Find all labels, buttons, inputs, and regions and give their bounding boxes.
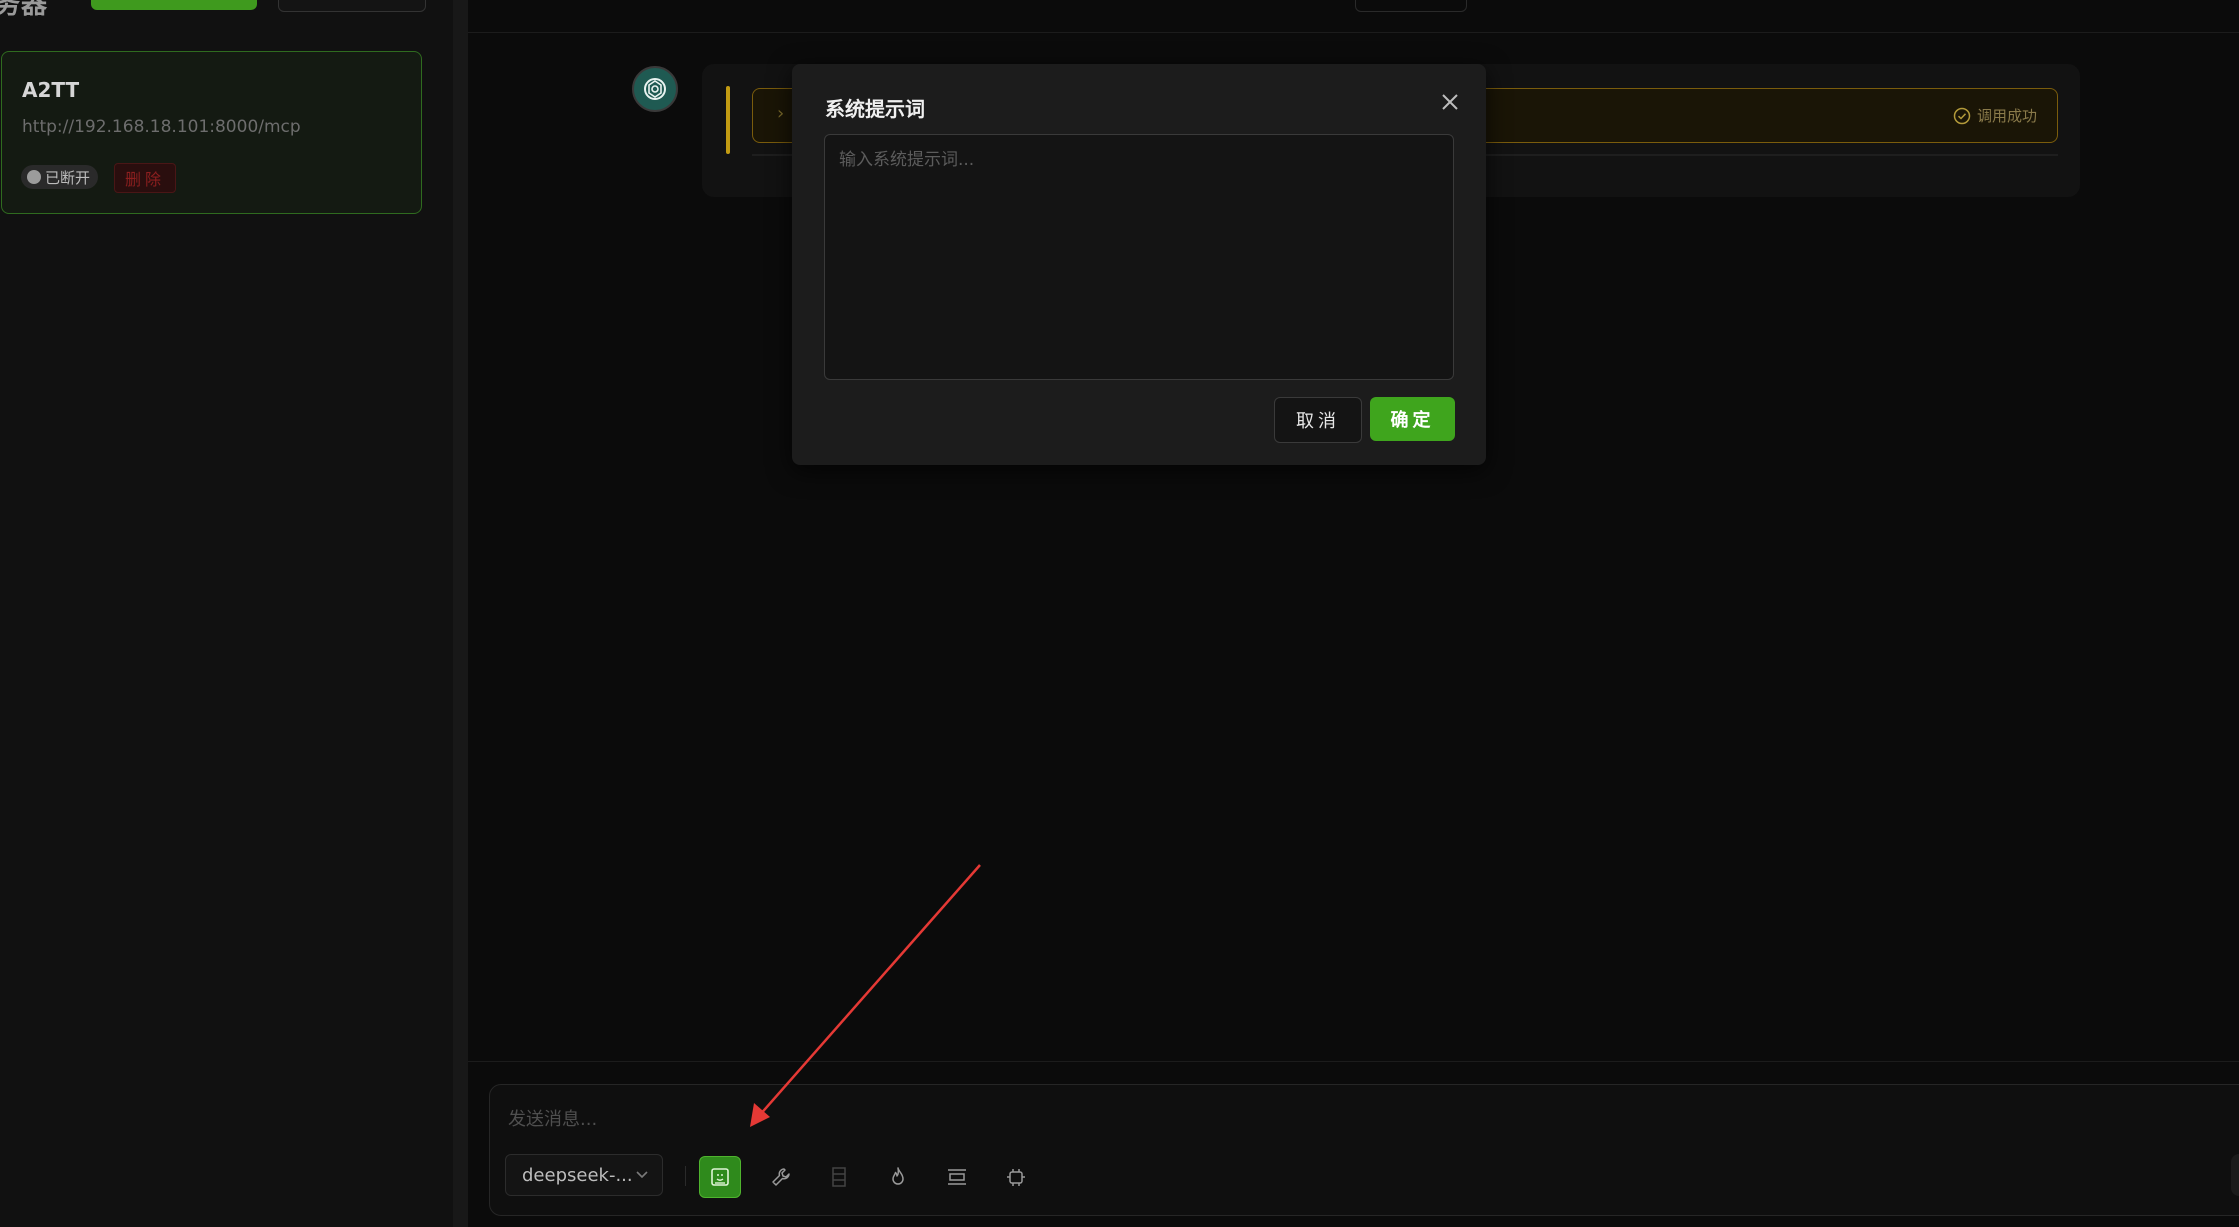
sidebar-heading: 务器: [0, 0, 49, 20]
top-bar-button[interactable]: [1355, 0, 1467, 12]
add-server-button[interactable]: [91, 0, 257, 10]
chevron-down-icon: [636, 1171, 648, 1179]
system-prompt-dialog: 系统提示词 取消 确定: [792, 64, 1486, 465]
input-divider: [468, 1061, 2239, 1062]
toolbar-separator: [685, 1166, 686, 1186]
cancel-button[interactable]: 取消: [1274, 397, 1362, 443]
sidebar-secondary-button[interactable]: [278, 0, 426, 12]
system-prompt-icon: [711, 1168, 729, 1186]
robot-icon: [1007, 1169, 1025, 1186]
sidebar-divider[interactable]: [453, 0, 468, 1227]
wrench-icon: [772, 1168, 790, 1186]
server-name: A2TT: [22, 78, 80, 102]
model-select-value: deepseek-...: [522, 1164, 633, 1186]
system-prompt-textarea[interactable]: [824, 134, 1454, 380]
message-accent-bar: [726, 86, 730, 154]
assistant-avatar: [632, 66, 678, 112]
temperature-button[interactable]: [877, 1156, 919, 1198]
robot-button[interactable]: [995, 1156, 1037, 1198]
tool-call-status-label: 调用成功: [1976, 107, 2037, 125]
sidebar: 务器 A2TT http://192.168.18.101:8000/mcp 已…: [0, 0, 453, 1227]
server-url: http://192.168.18.101:8000/mcp: [22, 117, 301, 137]
chevron-right-icon[interactable]: ›: [777, 103, 784, 124]
format-button[interactable]: [936, 1156, 978, 1198]
status-dot-icon: [27, 170, 41, 184]
server-card[interactable]: A2TT http://192.168.18.101:8000/mcp 已断开 …: [1, 51, 422, 214]
status-label: 已断开: [45, 168, 91, 187]
document-button[interactable]: [818, 1156, 860, 1198]
delete-server-button[interactable]: 删除: [114, 163, 176, 193]
status-badge[interactable]: 已断开: [21, 165, 99, 189]
check-circle-icon: [1953, 107, 1971, 124]
tools-button[interactable]: [760, 1156, 802, 1198]
confirm-button[interactable]: 确定: [1370, 397, 1455, 441]
system-prompt-button[interactable]: [699, 1156, 741, 1198]
close-icon[interactable]: [1436, 88, 1464, 116]
top-bar-divider: [468, 32, 2239, 33]
tool-call-status: 调用成功: [1953, 105, 2037, 126]
flame-icon: [892, 1167, 904, 1185]
model-select[interactable]: deepseek-...: [505, 1154, 663, 1196]
format-icon: [948, 1169, 966, 1185]
annotation-arrow-icon: [750, 864, 981, 1127]
document-icon: [832, 1167, 846, 1187]
dialog-title: 系统提示词: [825, 97, 925, 121]
assistant-logo-icon: [644, 78, 666, 100]
send-button[interactable]: [2231, 1154, 2239, 1196]
